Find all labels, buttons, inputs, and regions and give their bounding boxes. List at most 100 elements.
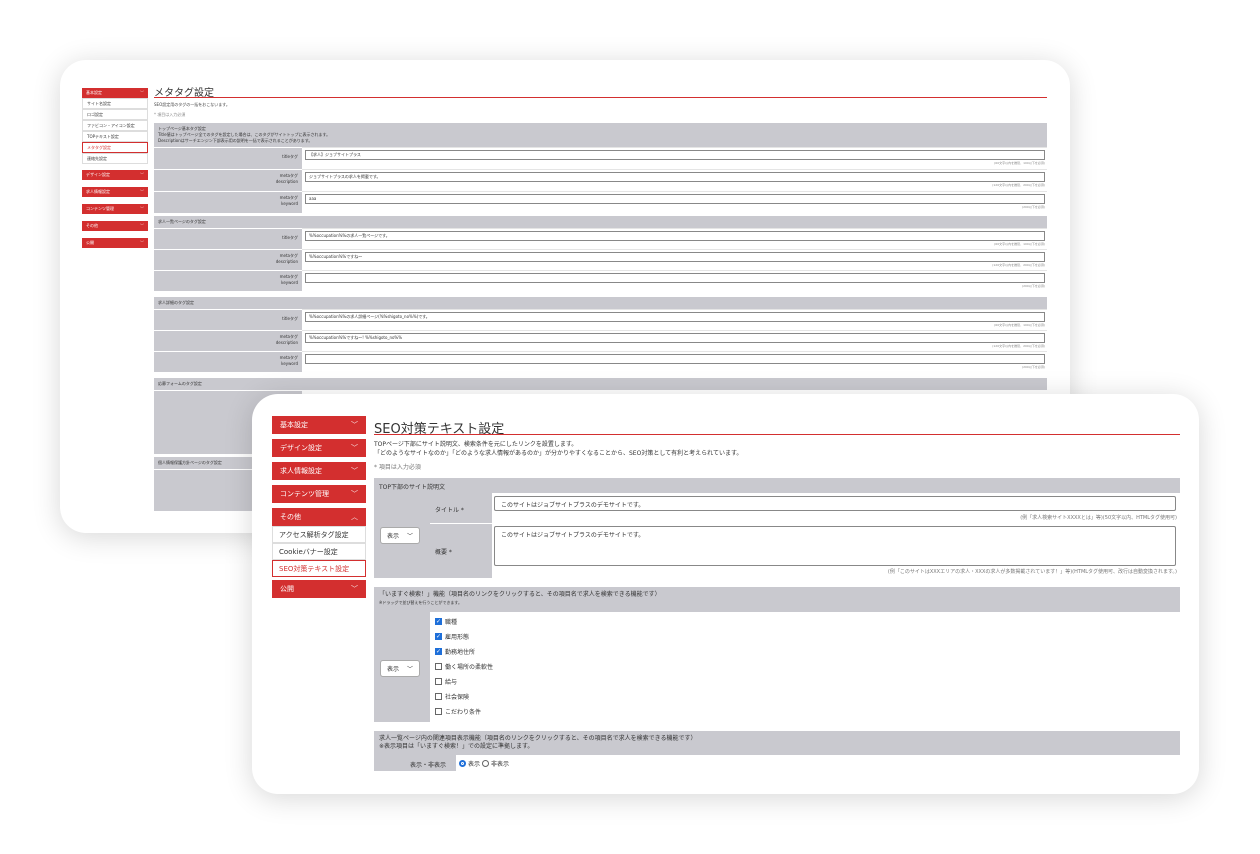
sidebar-item-publish[interactable]: 公開 ﹀ [82,238,148,248]
checkbox-checked-icon[interactable]: ✓ [435,617,442,625]
chevron-down-icon: ﹀ [351,467,358,475]
radio-label: 表示 [468,761,481,768]
sidebar-subitem-access-analytics[interactable]: アクセス解析タグ設定 [272,526,366,543]
checkbox-checked-icon[interactable]: ✓ [435,647,442,655]
display-select-value: 表示 [387,666,400,673]
display-select[interactable]: 表示 ﹀ [380,660,420,677]
chevron-down-icon: ﹀ [140,240,144,245]
title-tag-input[interactable]: 【求人】ジョブサイトプラス [305,150,1045,160]
display-select[interactable]: 表示 ﹀ [380,527,420,544]
meta-description-input[interactable]: %%occupation%%ですね〜! %%shigoto_no%% [305,333,1045,343]
field-label-title-tag: titleタグ [154,228,302,249]
option-label: こだわり条件 [445,708,482,716]
sidebar-subitem-favicon[interactable]: ファビコン・アイコン設定 [82,120,148,131]
sidebar-item-other[interactable]: その他 ︿ [272,508,366,526]
option-preferences[interactable]: こだわり条件 [435,704,481,718]
sidebar-item-publish[interactable]: 公開 ﹀ [272,580,366,598]
option-salary[interactable]: 給与 [435,674,457,688]
checkbox-unchecked-icon[interactable] [435,662,442,670]
option-social-insurance[interactable]: 社会保険 [435,689,469,703]
title-tag-input[interactable]: %%occupation%%の求人詳細ページ(%%shigoto_no%%)です… [305,312,1045,322]
section-header-apply-form: 応募フォームのタグ設定 [154,378,1047,390]
options-list: ✓ 職種 ✓ 雇用形態 ✓ 勤務地住所 働く場所の柔軟性 給与 社会保険 こだわ… [430,612,1180,722]
checkbox-checked-icon[interactable]: ✓ [435,632,442,640]
option-label: 社会保険 [445,693,470,701]
title-input[interactable]: このサイトはジョブサイトプラスのデモサイトです。 [494,496,1176,511]
field-hint: (60文字以内を推奨、100以下を必須) [994,242,1045,246]
radio-show[interactable]: 表示 [459,759,480,768]
sidebar-subitem-contact[interactable]: 連絡先設定 [82,153,148,164]
chevron-down-icon: ﹀ [140,172,144,177]
sidebar-subitem-seo-text[interactable]: SEO対策テキスト設定 [272,560,366,577]
chevron-up-icon: ︿ [351,513,358,521]
option-label: 職種 [445,618,458,626]
sidebar-subitem-metatag[interactable]: メタタグ設定 [82,142,148,153]
sidebar-item-content[interactable]: コンテンツ管理 ﹀ [272,485,366,503]
sidebar-item-label: デザイン設定 [86,172,110,177]
chevron-up-icon: ﹀ [140,90,144,95]
title-divider [374,434,1180,435]
sidebar-subitem-top-text[interactable]: TOPテキスト設定 [82,131,148,142]
meta-description-input[interactable]: %%occupation%%ですね〜 [305,252,1045,262]
summary-textarea[interactable]: このサイトはジョブサイトプラスのデモサイトです。 [494,526,1176,566]
field-label-meta-description: metaタグ description [154,169,302,191]
chevron-down-icon: ﹀ [351,585,358,593]
field-label-meta-keyword: metaタグ keyword [154,270,302,291]
field-label-meta-description: metaタグ description [154,249,302,270]
chevron-down-icon: ﹀ [140,206,144,211]
title-divider [154,97,1047,98]
sidebar-item-basic-settings[interactable]: 基本設定 ﹀ [272,416,366,434]
option-employment-type[interactable]: ✓ 雇用形態 [435,629,469,643]
sidebar-item-content[interactable]: コンテンツ管理 ﹀ [82,204,148,214]
field-hint: (60文字以内を推奨、100以下を必須) [994,161,1045,165]
chevron-down-icon: ﹀ [351,444,358,452]
section-subtitle: ※表示項目は「いますぐ検索！」での設定に準拠します。 [379,743,534,750]
field-label-meta-keyword: metaタグ keyword [154,351,302,372]
sidebar-item-design[interactable]: デザイン設定 ﹀ [272,439,366,457]
section-header-site-description: TOP下部のサイト説明文 [374,478,1180,493]
sidebar-item-basic-settings[interactable]: 基本設定 ﹀ [82,88,148,98]
sidebar-item-label: 求人情報設定 [280,467,322,475]
sidebar-item-job-info[interactable]: 求人情報設定 ﹀ [272,462,366,480]
option-label: 働く場所の柔軟性 [445,663,494,671]
toggle-row: 表示 非表示 [456,755,1180,771]
checkbox-unchecked-icon[interactable] [435,677,442,685]
field-hint: (60文字以内を推奨、100以下を必須) [994,323,1045,327]
radio-hide[interactable]: 非表示 [482,759,509,768]
sidebar-item-design[interactable]: デザイン設定 ﹀ [82,170,148,180]
meta-keyword-input[interactable] [305,354,1045,364]
sidebar-subitem-cookie-banner[interactable]: Cookieバナー設定 [272,543,366,560]
field-label-title-tag: titleタグ [154,147,302,169]
field-hint: (200以下を必須) [1021,284,1045,288]
option-job-type[interactable]: ✓ 職種 [435,614,457,628]
sidebar-subitem-site-name[interactable]: サイト名設定 [82,98,148,109]
chevron-down-icon: ﹀ [406,666,413,673]
field-label-meta-description: metaタグ description [154,330,302,351]
sidebar-item-label: デザイン設定 [280,444,322,452]
meta-keyword-input[interactable]: aaa [305,194,1045,204]
sidebar-item-job-info[interactable]: 求人情報設定 ﹀ [82,187,148,197]
sidebar-item-other[interactable]: その他 ﹀ [82,221,148,231]
section-header-top-page: トップページ基本タグ設定 Title値はトップページ全てのタグを設定した場合は、… [154,123,1047,147]
checkbox-unchecked-icon[interactable] [435,707,442,715]
section-header-job-detail: 求人詳細のタグ設定 [154,297,1047,309]
sidebar-item-label: 公開 [280,585,294,593]
field-hint: (200以下を必須) [1021,205,1045,209]
sidebar-item-label: コンテンツ管理 [86,206,114,211]
sidebar-item-label: その他 [280,513,301,521]
option-label: 雇用形態 [445,633,470,641]
option-work-location[interactable]: ✓ 勤務地住所 [435,644,475,658]
sidebar-item-label: その他 [86,223,98,228]
meta-keyword-input[interactable] [305,273,1045,283]
sidebar-subitem-logo[interactable]: ロゴ設定 [82,109,148,120]
chevron-down-icon: ﹀ [351,421,358,429]
checkbox-unchecked-icon[interactable] [435,692,442,700]
section-title: 「いますぐ検索！」機能（項目名のリンクをクリックすると、その項目名で求人を検索で… [379,591,661,598]
section-header-related-items: 求人一覧ページ内の関連項目表示機能（項目名のリンクをクリックすると、その項目名で… [374,731,1180,755]
meta-description-input[interactable]: ジョブサイトプラスの求人を掲載です。 [305,172,1045,182]
option-flexibility[interactable]: 働く場所の柔軟性 [435,659,493,673]
radio-unselected-icon[interactable] [482,760,489,767]
radio-selected-icon[interactable] [459,760,466,767]
title-tag-input[interactable]: %%occupation%%の求人一覧ページです。 [305,231,1045,241]
sidebar-item-label: 求人情報設定 [86,189,110,194]
